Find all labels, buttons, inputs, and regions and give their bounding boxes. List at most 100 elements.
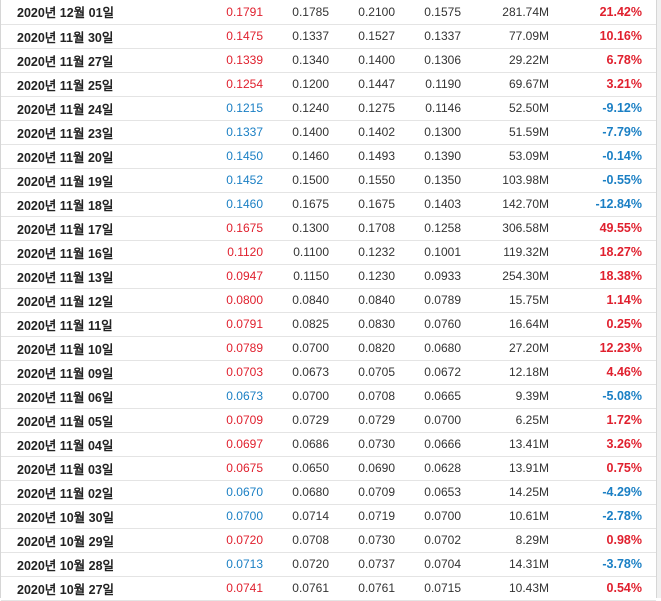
open-price-cell: 0.0729 — [267, 408, 333, 433]
open-price-cell: 0.1675 — [267, 192, 333, 217]
date-cell: 2020년 11월 27일 — [1, 48, 181, 73]
low-price-cell: 0.0700 — [399, 408, 465, 433]
date-cell: 2020년 11월 19일 — [1, 168, 181, 193]
change-percent-cell: 3.26% — [555, 432, 656, 457]
open-price-cell: 0.0825 — [267, 312, 333, 337]
close-price-cell: 0.0673 — [181, 384, 267, 409]
close-price-cell: 0.1215 — [181, 96, 267, 121]
close-price-cell: 0.0791 — [181, 312, 267, 337]
high-price-cell: 0.0708 — [333, 384, 399, 409]
date-cell: 2020년 11월 04일 — [1, 432, 181, 457]
high-price-cell: 0.1708 — [333, 216, 399, 241]
change-percent-cell: 18.38% — [555, 264, 656, 289]
high-price-cell: 0.1527 — [333, 24, 399, 49]
close-price-cell: 0.0713 — [181, 552, 267, 577]
high-price-cell: 0.0730 — [333, 528, 399, 553]
open-price-cell: 0.1240 — [267, 96, 333, 121]
low-price-cell: 0.1258 — [399, 216, 465, 241]
high-price-cell: 0.0737 — [333, 552, 399, 577]
volume-cell: 52.50M — [465, 96, 555, 121]
low-price-cell: 0.1337 — [399, 24, 465, 49]
low-price-cell: 0.0704 — [399, 552, 465, 577]
volume-cell: 119.32M — [465, 240, 555, 265]
change-percent-cell: -2.78% — [555, 504, 656, 529]
low-price-cell: 0.0665 — [399, 384, 465, 409]
change-percent-cell: 12.23% — [555, 336, 656, 361]
open-price-cell: 0.0680 — [267, 480, 333, 505]
table-row: 2020년 11월 30일 0.1475 0.1337 0.1527 0.1337 77.… — [1, 24, 656, 49]
close-price-cell: 0.1460 — [181, 192, 267, 217]
open-price-cell: 0.0700 — [267, 384, 333, 409]
table-row: 2020년 10월 29일 0.0720 0.0708 0.0730 0.0702 8.2… — [1, 528, 656, 553]
change-percent-cell: 6.78% — [555, 48, 656, 73]
date-cell: 2020년 11월 18일 — [1, 192, 181, 217]
volume-cell: 53.09M — [465, 144, 555, 169]
open-price-cell: 0.0840 — [267, 288, 333, 313]
volume-cell: 14.31M — [465, 552, 555, 577]
volume-cell: 281.74M — [465, 0, 555, 25]
close-price-cell: 0.0947 — [181, 264, 267, 289]
scrollbar-track[interactable] — [657, 0, 661, 598]
high-price-cell: 0.0840 — [333, 288, 399, 313]
table-row: 2020년 11월 12일 0.0800 0.0840 0.0840 0.0789 15.… — [1, 288, 656, 313]
open-price-cell: 0.0650 — [267, 456, 333, 481]
high-price-cell: 0.1675 — [333, 192, 399, 217]
high-price-cell: 0.0729 — [333, 408, 399, 433]
change-percent-cell: -4.29% — [555, 480, 656, 505]
low-price-cell: 0.1300 — [399, 120, 465, 145]
volume-cell: 12.18M — [465, 360, 555, 385]
high-price-cell: 0.1550 — [333, 168, 399, 193]
date-cell: 2020년 11월 13일 — [1, 264, 181, 289]
table-row: 2020년 10월 28일 0.0713 0.0720 0.0737 0.0704 14.… — [1, 552, 656, 577]
low-price-cell: 0.0666 — [399, 432, 465, 457]
low-price-cell: 0.1403 — [399, 192, 465, 217]
change-percent-cell: 10.16% — [555, 24, 656, 49]
date-cell: 2020년 11월 09일 — [1, 360, 181, 385]
close-price-cell: 0.0800 — [181, 288, 267, 313]
table-row: 2020년 11월 11일 0.0791 0.0825 0.0830 0.0760 16.… — [1, 312, 656, 337]
change-percent-cell: 0.25% — [555, 312, 656, 337]
close-price-cell: 0.0697 — [181, 432, 267, 457]
table-row: 2020년 11월 05일 0.0709 0.0729 0.0729 0.0700 6.2… — [1, 408, 656, 433]
date-cell: 2020년 11월 20일 — [1, 144, 181, 169]
change-percent-cell: -9.12% — [555, 96, 656, 121]
table-row: 2020년 11월 16일 0.1120 0.1100 0.1232 0.1001 119… — [1, 240, 656, 265]
open-price-cell: 0.1340 — [267, 48, 333, 73]
volume-cell: 306.58M — [465, 216, 555, 241]
volume-cell: 69.67M — [465, 72, 555, 97]
low-price-cell: 0.0653 — [399, 480, 465, 505]
date-cell: 2020년 11월 16일 — [1, 240, 181, 265]
volume-cell: 29.22M — [465, 48, 555, 73]
table-row: 2020년 11월 19일 0.1452 0.1500 0.1550 0.1350 103… — [1, 168, 656, 193]
low-price-cell: 0.1190 — [399, 72, 465, 97]
table-row: 2020년 11월 09일 0.0703 0.0673 0.0705 0.0672 12.… — [1, 360, 656, 385]
volume-cell: 27.20M — [465, 336, 555, 361]
table-row: 2020년 11월 06일 0.0673 0.0700 0.0708 0.0665 9.3… — [1, 384, 656, 409]
change-percent-cell: -0.55% — [555, 168, 656, 193]
close-price-cell: 0.1675 — [181, 216, 267, 241]
date-cell: 2020년 10월 30일 — [1, 504, 181, 529]
date-cell: 2020년 11월 24일 — [1, 96, 181, 121]
open-price-cell: 0.1460 — [267, 144, 333, 169]
table-row: 2020년 11월 20일 0.1450 0.1460 0.1493 0.1390 53.… — [1, 144, 656, 169]
date-cell: 2020년 11월 11일 — [1, 312, 181, 337]
open-price-cell: 0.0761 — [267, 576, 333, 601]
low-price-cell: 0.1146 — [399, 96, 465, 121]
close-price-cell: 0.1475 — [181, 24, 267, 49]
open-price-cell: 0.0714 — [267, 504, 333, 529]
open-price-cell: 0.1337 — [267, 24, 333, 49]
low-price-cell: 0.0680 — [399, 336, 465, 361]
close-price-cell: 0.1337 — [181, 120, 267, 145]
volume-cell: 9.39M — [465, 384, 555, 409]
date-cell: 2020년 11월 30일 — [1, 24, 181, 49]
change-percent-cell: -5.08% — [555, 384, 656, 409]
volume-cell: 14.25M — [465, 480, 555, 505]
open-price-cell: 0.0686 — [267, 432, 333, 457]
close-price-cell: 0.0789 — [181, 336, 267, 361]
high-price-cell: 0.0730 — [333, 432, 399, 457]
volume-cell: 77.09M — [465, 24, 555, 49]
high-price-cell: 0.1402 — [333, 120, 399, 145]
change-percent-cell: 21.42% — [555, 0, 656, 25]
date-cell: 2020년 11월 10일 — [1, 336, 181, 361]
volume-cell: 16.64M — [465, 312, 555, 337]
